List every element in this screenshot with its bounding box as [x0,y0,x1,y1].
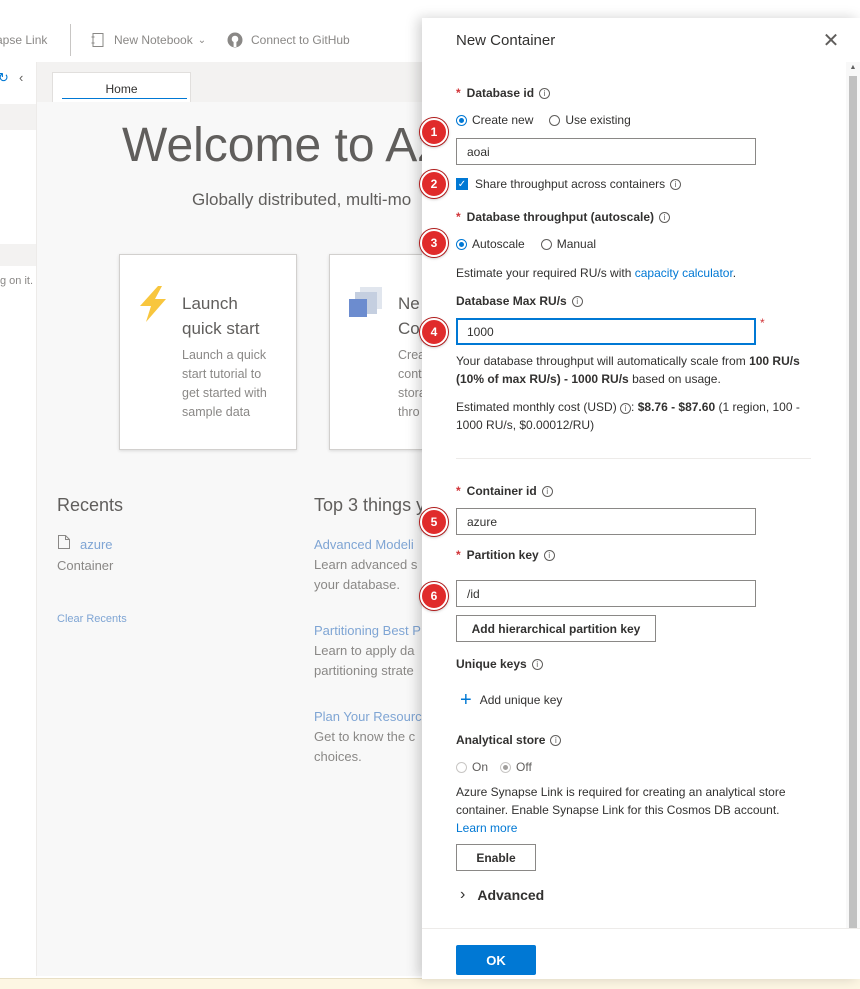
learn-more-link[interactable]: Learn more [456,821,517,835]
document-icon [58,535,70,549]
create-new-radio[interactable] [456,114,467,126]
unique-keys-label: Unique keys i [456,657,543,671]
tab-home[interactable]: Home [52,72,191,102]
info-icon[interactable]: i [620,403,632,414]
tree-item-highlight [0,104,36,130]
required-marker: * [760,316,765,330]
advanced-expander[interactable]: › Advanced [460,886,544,904]
capacity-calculator-link[interactable]: capacity calculator [635,266,733,280]
synapse-link-notice: Azure Synapse Link is required for creat… [456,785,786,835]
database-id-input[interactable]: aoai [456,138,756,165]
top3-desc: Learn advanced s your database. [314,557,418,592]
welcome-title: Welcome to Az [122,119,442,172]
autoscale-description: Your database throughput will automatica… [456,354,800,386]
connect-github-button[interactable]: Connect to GitHub [227,18,350,62]
new-notebook-button[interactable]: New Notebook ⌄ [90,18,206,62]
chevron-right-icon: › [460,886,466,903]
toolbar-separator [70,24,71,56]
tab-strip: Home [37,62,423,102]
command-bar: apse Link New Notebook ⌄ Connect to GitH… [0,18,422,63]
throughput-mode-options: Autoscale Manual [456,237,596,251]
add-hierarchical-partition-key-button[interactable]: Add hierarchical partition key [456,615,656,642]
database-throughput-label: * Database throughput (autoscale) i [456,210,671,224]
tree-item[interactable] [0,244,36,266]
container-id-input[interactable]: azure [456,508,756,535]
partition-key-label: * Partition key i [456,548,555,562]
info-icon[interactable]: i [531,658,543,670]
cube-icon [349,287,382,317]
scrollbar-thumb[interactable] [849,76,857,946]
section-divider [456,458,811,459]
max-rus-input[interactable]: 1000 [456,318,756,345]
step-badge-1: 1 [420,118,448,146]
estimated-cost: Estimated monthly cost (USD) i: $8.76 - … [456,400,800,432]
top3-desc: Get to know the c choices. [314,729,416,764]
close-icon[interactable]: ✕ [822,31,840,51]
panel-footer: OK [422,928,860,979]
tree-hint-text: g on it. [0,275,34,287]
database-id-options: Create new Use existing [456,113,631,127]
partition-key-input[interactable]: /id [456,580,756,607]
step-badge-4: 4 [420,318,448,346]
step-badge-5: 5 [420,508,448,536]
estimate-text: Estimate your required RU/s with capacit… [456,266,737,280]
database-id-label: * Database id i [456,86,551,100]
plus-icon: + [460,689,472,711]
add-unique-key-button[interactable]: + Add unique key [460,689,562,711]
info-icon[interactable]: i [670,178,682,190]
info-icon[interactable]: i [543,549,555,561]
notebook-icon [91,33,104,47]
notification-bar [0,978,860,989]
recent-item-link[interactable]: azure [80,537,113,552]
panel-title: New Container [456,32,556,49]
share-throughput-row: ✓ Share throughput across containers i [456,177,682,191]
ok-button[interactable]: OK [456,945,536,975]
analytical-on-radio[interactable] [456,761,467,773]
info-icon[interactable]: i [659,211,671,223]
step-badge-2: 2 [420,170,448,198]
enable-button[interactable]: Enable [456,844,536,871]
share-throughput-checkbox[interactable]: ✓ [456,178,468,190]
scroll-up-icon[interactable]: ▲ [846,62,860,74]
synapse-link-button[interactable]: apse Link [0,18,47,62]
manual-radio[interactable] [540,238,552,250]
plan-resources-link[interactable]: Plan Your Resourc [314,709,422,724]
analytical-store-label: Analytical store i [456,733,562,747]
launch-quick-start-card[interactable]: Launch quick start Launch a quick start … [119,254,297,450]
analytical-off-radio[interactable] [500,761,512,773]
resource-tree-panel: ↻ ‹ g on it. [0,62,36,976]
partitioning-link[interactable]: Partitioning Best P [314,623,421,638]
info-icon[interactable]: i [541,485,553,497]
use-existing-radio[interactable] [549,114,561,126]
top3-title: Top 3 things y [314,495,426,515]
welcome-subtitle: Globally distributed, multi-mo [192,190,412,209]
info-icon[interactable]: i [571,295,583,307]
advanced-modeling-link[interactable]: Advanced Modeli [314,537,414,552]
top3-desc: Learn to apply da partitioning strate [314,643,415,678]
database-max-rus-label: Database Max RU/s i [456,294,583,308]
recent-item-type: Container [57,558,114,573]
new-container-panel: New Container ✕ * Database id i Create new… [422,18,860,979]
active-tab-underline [62,98,187,99]
main-content: Home Welcome to Az Globally distributed,… [36,62,449,976]
recents-title: Recents [57,495,124,515]
collapse-icon[interactable]: ‹ [19,70,23,85]
chevron-down-icon: ⌄ [197,34,207,46]
github-icon [227,32,243,48]
info-icon[interactable]: i [539,87,551,99]
step-badge-6: 6 [420,582,448,610]
refresh-icon[interactable]: ↻ [0,70,9,86]
step-badge-3: 3 [420,229,448,257]
lightning-icon [140,286,166,322]
analytical-store-options: On Off [456,760,532,774]
clear-recents-link[interactable]: Clear Recents [57,613,127,625]
info-icon[interactable]: i [550,734,562,746]
panel-form: * Database id i Create new Use existing ao… [422,62,860,928]
container-id-label: * Container id i [456,484,553,498]
autoscale-radio[interactable] [456,238,467,250]
panel-scrollbar[interactable]: ▲ ▼ [846,62,860,978]
